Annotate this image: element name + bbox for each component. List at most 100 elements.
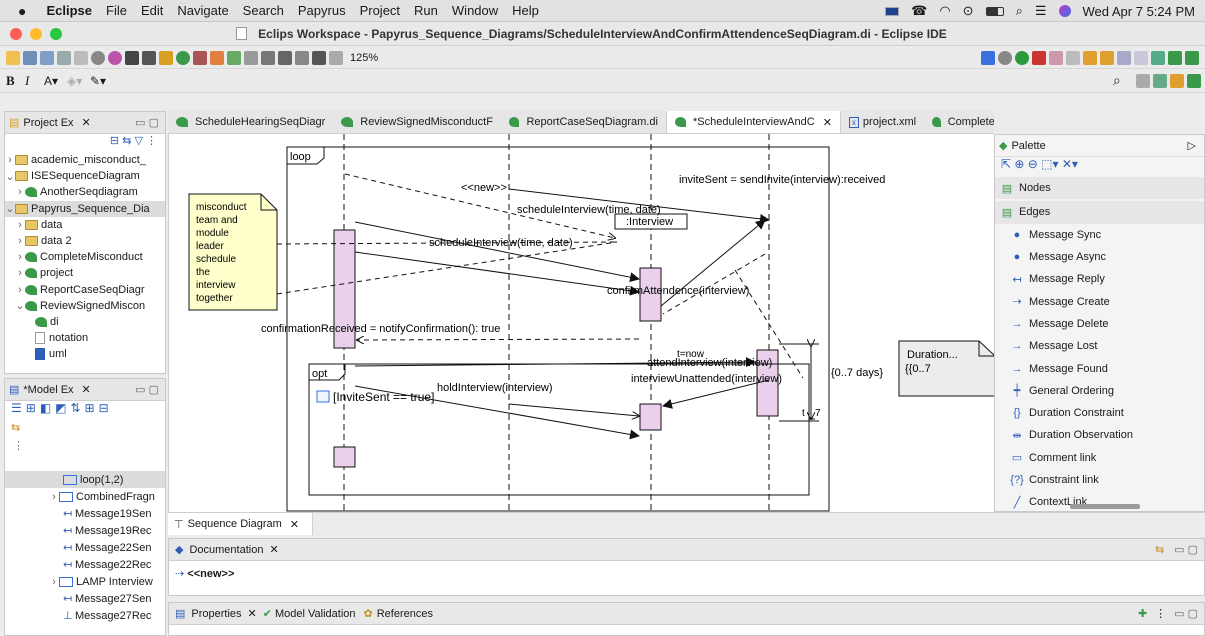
menu-help[interactable]: Help [512,3,539,18]
model-validation-tab[interactable]: Model Validation [275,608,356,620]
line-icon[interactable] [312,50,326,65]
menu-project[interactable]: Project [360,3,400,18]
palette-message-found[interactable]: → Message Found [995,357,1204,379]
model-tree-item[interactable]: ↤ Message19Rec [5,522,165,539]
menu-papyrus[interactable]: Papyrus [298,3,346,18]
annotation-icon[interactable] [1066,50,1080,65]
message-hold-2[interactable] [508,403,639,416]
tree-item[interactable]: › project [5,265,165,281]
edit-icon[interactable] [74,50,88,65]
fill-color-icon[interactable]: ◈▾ [67,74,87,88]
filter-icon[interactable]: ▽ [134,135,142,147]
menu-navigate[interactable]: Navigate [177,3,228,18]
palette-message-sync[interactable]: ● Message Sync [995,224,1204,246]
zoom-level[interactable]: 125% [350,52,378,64]
minimize-icon[interactable]: ▭ ▢ [1174,607,1198,620]
minimize-icon[interactable]: ▭ ▢ [135,116,159,129]
layout-icon[interactable] [125,50,139,65]
palette-duration-constraint[interactable]: {} Duration Constraint [995,402,1204,424]
print-icon[interactable] [57,50,71,65]
message-confirm-return[interactable] [662,253,766,315]
message-schedule[interactable] [354,221,640,283]
sequence-diagram-tab[interactable]: ⊤ Sequence Diagram ✕ [168,513,313,535]
forward-icon[interactable] [1100,50,1114,65]
save-all-icon[interactable] [40,50,54,65]
tools-icon[interactable] [193,50,207,65]
new-view-icon[interactable]: ✚ [1138,607,1147,620]
apple-icon[interactable]: ● [18,3,26,19]
view-menu-icon[interactable]: ⋮ [5,439,165,457]
tree-item[interactable]: ⌄ ISESequenceDiagram [5,168,165,184]
italic-icon[interactable]: I [25,73,41,89]
view-menu-icon[interactable]: ⋮ [146,135,157,147]
palette-drawer-nodes[interactable]: ▤ Nodes [995,177,1204,200]
nav-back-icon[interactable] [1117,50,1131,65]
editor-tab[interactable]: ReviewSignedMisconductF [333,111,501,133]
editor-tab[interactable]: ReportCaseSeqDiagram.di [501,111,666,133]
palette-collapse-icon[interactable]: ▷ [1188,139,1196,152]
perspective-icon[interactable] [1136,73,1150,88]
battery-icon[interactable] [985,6,1004,16]
close-icon[interactable]: ✕ [269,543,278,556]
palette-constraint-link[interactable]: {?} Constraint link [995,469,1204,491]
sequence-diagram[interactable]: loop :Interview opt [InviteSent == true]… [169,134,994,512]
link-icon[interactable]: ⇆ [5,421,165,439]
link-editor-icon[interactable]: ⇆ [122,135,131,147]
palette-scrollbar[interactable] [1070,504,1140,509]
tree-item[interactable]: notation [5,330,165,346]
papyrus-icon[interactable] [176,50,190,65]
tree-item[interactable]: › AnotherSeqdiagram [5,184,165,200]
model-tree-item[interactable]: ↤ Message19Sen [5,505,165,522]
palette-message-lost[interactable]: → Message Lost [995,335,1204,357]
minimize-icon[interactable]: ▭ ▢ [135,383,159,396]
model-tree-item[interactable]: › CombinedFragn [5,488,165,505]
activation-bar[interactable] [639,403,662,431]
app-menu[interactable]: Eclipse [46,3,92,18]
palette-message-reply[interactable]: ↤ Message Reply [995,268,1204,290]
properties-tab[interactable]: Properties [191,608,241,620]
duration-constraint-label[interactable]: {0..7 days} [831,367,883,379]
table-icon[interactable] [159,50,173,65]
tree-item-selected[interactable]: ⌄ Papyrus_Sequence_Dia [5,200,165,217]
palette-message-delete[interactable]: → Message Delete [995,313,1204,335]
spotlight-search-icon[interactable]: ⌕ [1016,3,1023,19]
java-perspective-icon[interactable] [1153,73,1167,88]
line-color-icon[interactable]: ✎▾ [90,74,110,88]
model-explorer-toolbar[interactable]: ☰⊞◧◩⇅⊞⊟ [5,401,165,421]
palette-tools[interactable]: ⇱ ⊕ ⊖ ⬚▾ ✕▾ [995,157,1204,177]
tree-item[interactable]: ⌄ ReviewSignedMiscon [5,298,165,314]
arrow-icon[interactable] [227,50,241,65]
left-arrow-icon[interactable] [1168,50,1182,65]
close-icon[interactable]: ✕ [290,518,299,531]
close-icon[interactable]: ✕ [823,116,832,129]
gear-icon[interactable] [998,50,1012,65]
project-explorer-tab[interactable]: ▤ Project Ex ✕ ▭ ▢ [5,112,165,134]
model-tree-item[interactable]: ↤ Message27Sen [5,590,165,607]
close-icon[interactable]: ✕ [248,607,257,620]
pen-icon[interactable] [1049,50,1063,65]
menu-search[interactable]: Search [243,3,284,18]
menu-run[interactable]: Run [414,3,438,18]
editor-tab-active[interactable]: *ScheduleInterviewAndC ✕ [665,111,841,133]
papyrus-perspective-icon[interactable] [1187,73,1201,88]
run-icon[interactable] [1015,50,1029,65]
external-tools-icon[interactable] [1032,50,1046,65]
align-icon[interactable] [244,50,258,65]
minimize-icon[interactable]: ▭ ▢ [1174,543,1198,556]
editor-tab[interactable]: ScheduleHearingSeqDiagr [168,111,333,133]
phone-icon[interactable]: ☎ [911,3,927,19]
clock[interactable]: Wed Apr 7 5:24 PM [1083,4,1196,19]
wifi-icon[interactable]: ◠ [939,3,950,19]
model-tree-item-selected[interactable]: loop(1,2) [5,471,165,488]
view-menu-icon[interactable]: ⋮ [1155,607,1166,620]
model-tree-item[interactable]: ⊥ Message27Rec [5,607,165,624]
references-tab[interactable]: References [377,608,433,620]
documentation-content[interactable]: ⇢ <<new>> [169,561,1204,586]
palette-comment-link[interactable]: ▭ Comment link [995,447,1204,469]
tree-item[interactable]: › academic_misconduct_ [5,152,165,168]
message-schedule-2[interactable] [354,251,640,296]
palette-message-create[interactable]: ⇢ Message Create [995,290,1204,312]
save-icon[interactable] [23,50,37,65]
menu-edit[interactable]: Edit [141,3,163,18]
model-tree-item[interactable]: ↤ Message22Sen [5,539,165,556]
